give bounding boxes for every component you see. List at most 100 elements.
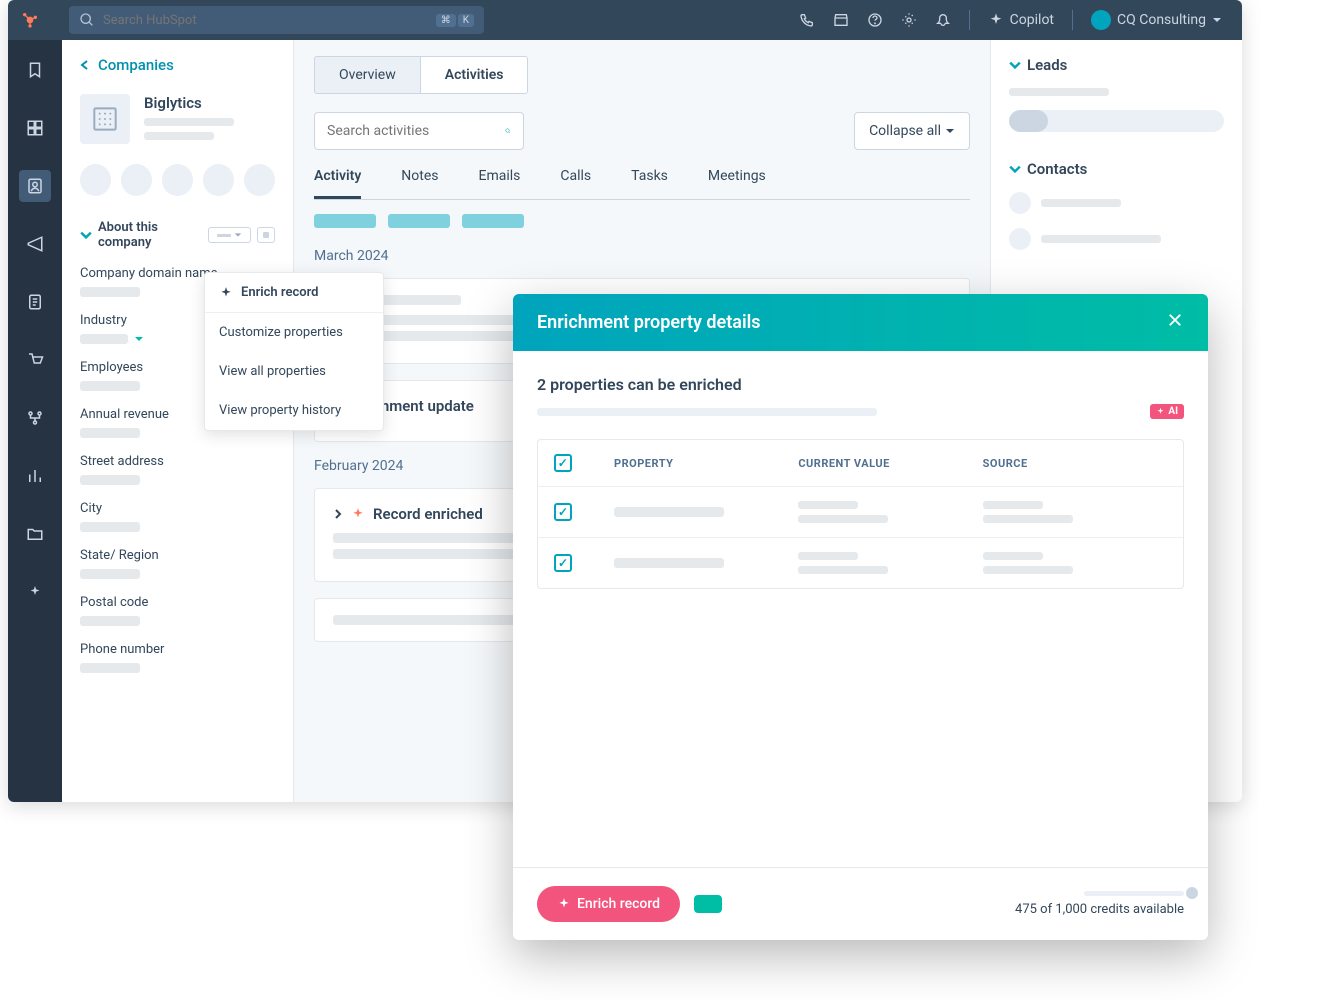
sparkle-icon bbox=[351, 507, 365, 521]
chevron-down-icon bbox=[1009, 59, 1021, 71]
company-name: Biglytics bbox=[144, 94, 275, 112]
properties-popover: Enrich record Customize properties View … bbox=[204, 272, 384, 431]
prop-street-value[interactable] bbox=[80, 475, 140, 485]
sparkle-icon bbox=[219, 286, 233, 300]
sparkle-icon bbox=[557, 897, 571, 911]
search-icon bbox=[79, 12, 95, 28]
month-march: March 2024 bbox=[314, 248, 970, 264]
hubspot-logo[interactable] bbox=[18, 8, 42, 32]
about-section-header[interactable]: About this company bbox=[80, 220, 275, 250]
prop-postal-value[interactable] bbox=[80, 616, 140, 626]
section-settings-button[interactable] bbox=[208, 227, 251, 243]
search-activities[interactable] bbox=[314, 112, 524, 150]
rail-marketing[interactable] bbox=[19, 228, 51, 260]
ai-badge: AI bbox=[1150, 404, 1184, 419]
enrichment-table: ✓ PROPERTY CURRENT VALUE SOURCE ✓ ✓ bbox=[537, 439, 1184, 589]
settings-icon[interactable] bbox=[901, 12, 917, 28]
phone-icon[interactable] bbox=[799, 12, 815, 28]
action-circle[interactable] bbox=[162, 164, 193, 196]
activity-tab-activity[interactable]: Activity bbox=[314, 168, 361, 199]
popover-view-all[interactable]: View all properties bbox=[205, 352, 383, 391]
summary-placeholder bbox=[537, 408, 877, 416]
credits-progress bbox=[1084, 891, 1184, 896]
prop-phone-value[interactable] bbox=[80, 663, 140, 673]
popover-history[interactable]: View property history bbox=[205, 391, 383, 430]
activity-tab-tasks[interactable]: Tasks bbox=[631, 168, 668, 199]
tab-overview[interactable]: Overview bbox=[314, 56, 420, 94]
rail-library[interactable] bbox=[19, 518, 51, 550]
enrichment-modal: Enrichment property details 2 properties… bbox=[513, 294, 1208, 940]
action-circle[interactable] bbox=[80, 164, 111, 196]
sparkle-icon bbox=[1156, 407, 1165, 416]
row-checkbox[interactable]: ✓ bbox=[554, 503, 572, 521]
prop-state-value[interactable] bbox=[80, 569, 140, 579]
table-row: ✓ bbox=[538, 487, 1183, 538]
notifications-icon[interactable] bbox=[935, 12, 951, 28]
prop-city-value[interactable] bbox=[80, 522, 140, 532]
popover-enrich-record[interactable]: Enrich record bbox=[205, 273, 383, 313]
leads-section[interactable]: Leads bbox=[1009, 56, 1224, 74]
activity-tab-meetings[interactable]: Meetings bbox=[708, 168, 766, 199]
action-circle[interactable] bbox=[244, 164, 275, 196]
chevron-down-icon bbox=[1212, 15, 1222, 25]
rail-content[interactable] bbox=[19, 286, 51, 318]
activity-tab-notes[interactable]: Notes bbox=[401, 168, 438, 199]
copilot-button[interactable]: Copilot bbox=[988, 12, 1054, 28]
leads-progress bbox=[1009, 110, 1224, 132]
search-shortcut: ⌘ K bbox=[436, 14, 474, 27]
rail-contacts[interactable] bbox=[19, 170, 51, 202]
activity-tab-calls[interactable]: Calls bbox=[560, 168, 591, 199]
caret-down-icon bbox=[234, 231, 242, 239]
caret-down-icon bbox=[945, 126, 955, 136]
modal-close-button[interactable] bbox=[1166, 310, 1184, 335]
tab-activities[interactable]: Activities bbox=[420, 56, 529, 94]
enrich-record-button[interactable]: Enrich record bbox=[537, 886, 680, 922]
search-activities-input[interactable] bbox=[327, 123, 505, 139]
filter-pill[interactable] bbox=[388, 214, 450, 228]
help-icon[interactable] bbox=[867, 12, 883, 28]
modal-title: Enrichment property details bbox=[537, 312, 761, 333]
row-checkbox[interactable]: ✓ bbox=[554, 554, 572, 572]
prop-street-label: Street address bbox=[80, 454, 275, 469]
collapse-all-button[interactable]: Collapse all bbox=[854, 112, 970, 150]
account-menu[interactable]: CQ Consulting bbox=[1091, 10, 1222, 30]
rail-commerce[interactable] bbox=[19, 344, 51, 376]
rail-bookmark[interactable] bbox=[19, 54, 51, 86]
rail-dashboard[interactable] bbox=[19, 112, 51, 144]
select-all-checkbox[interactable]: ✓ bbox=[554, 454, 572, 472]
section-add-button[interactable] bbox=[257, 227, 275, 243]
rail-automation[interactable] bbox=[19, 402, 51, 434]
th-current: CURRENT VALUE bbox=[798, 457, 982, 470]
contacts-section[interactable]: Contacts bbox=[1009, 160, 1224, 178]
filter-pill[interactable] bbox=[462, 214, 524, 228]
caret-down-icon[interactable] bbox=[134, 334, 144, 344]
activity-tab-emails[interactable]: Emails bbox=[479, 168, 521, 199]
prop-phone-label: Phone number bbox=[80, 642, 275, 657]
company-avatar bbox=[80, 94, 130, 144]
action-circle[interactable] bbox=[121, 164, 152, 196]
th-source: SOURCE bbox=[983, 457, 1167, 470]
contact-item[interactable] bbox=[1009, 228, 1224, 250]
th-property: PROPERTY bbox=[614, 457, 798, 470]
global-search-input[interactable] bbox=[103, 13, 428, 28]
filter-pill[interactable] bbox=[314, 214, 376, 228]
chevron-right-icon bbox=[333, 509, 343, 519]
prop-industry-value[interactable] bbox=[80, 334, 128, 344]
marketplace-icon[interactable] bbox=[833, 12, 849, 28]
popover-customize[interactable]: Customize properties bbox=[205, 313, 383, 352]
chevron-left-icon bbox=[80, 60, 90, 70]
secondary-pill[interactable] bbox=[694, 895, 722, 913]
prop-employees-value[interactable] bbox=[80, 381, 140, 391]
breadcrumb[interactable]: Companies bbox=[80, 56, 275, 74]
rail-ai[interactable] bbox=[19, 576, 51, 608]
rail-reports[interactable] bbox=[19, 460, 51, 492]
prop-domain-value[interactable] bbox=[80, 287, 140, 297]
app-nav-rail bbox=[8, 40, 62, 802]
prop-postal-label: Postal code bbox=[80, 595, 275, 610]
global-search[interactable]: ⌘ K bbox=[69, 6, 484, 34]
table-row: ✓ bbox=[538, 538, 1183, 588]
prop-revenue-value[interactable] bbox=[80, 428, 140, 438]
contact-item[interactable] bbox=[1009, 192, 1224, 214]
enrich-summary: 2 properties can be enriched bbox=[537, 375, 742, 394]
action-circle[interactable] bbox=[203, 164, 234, 196]
